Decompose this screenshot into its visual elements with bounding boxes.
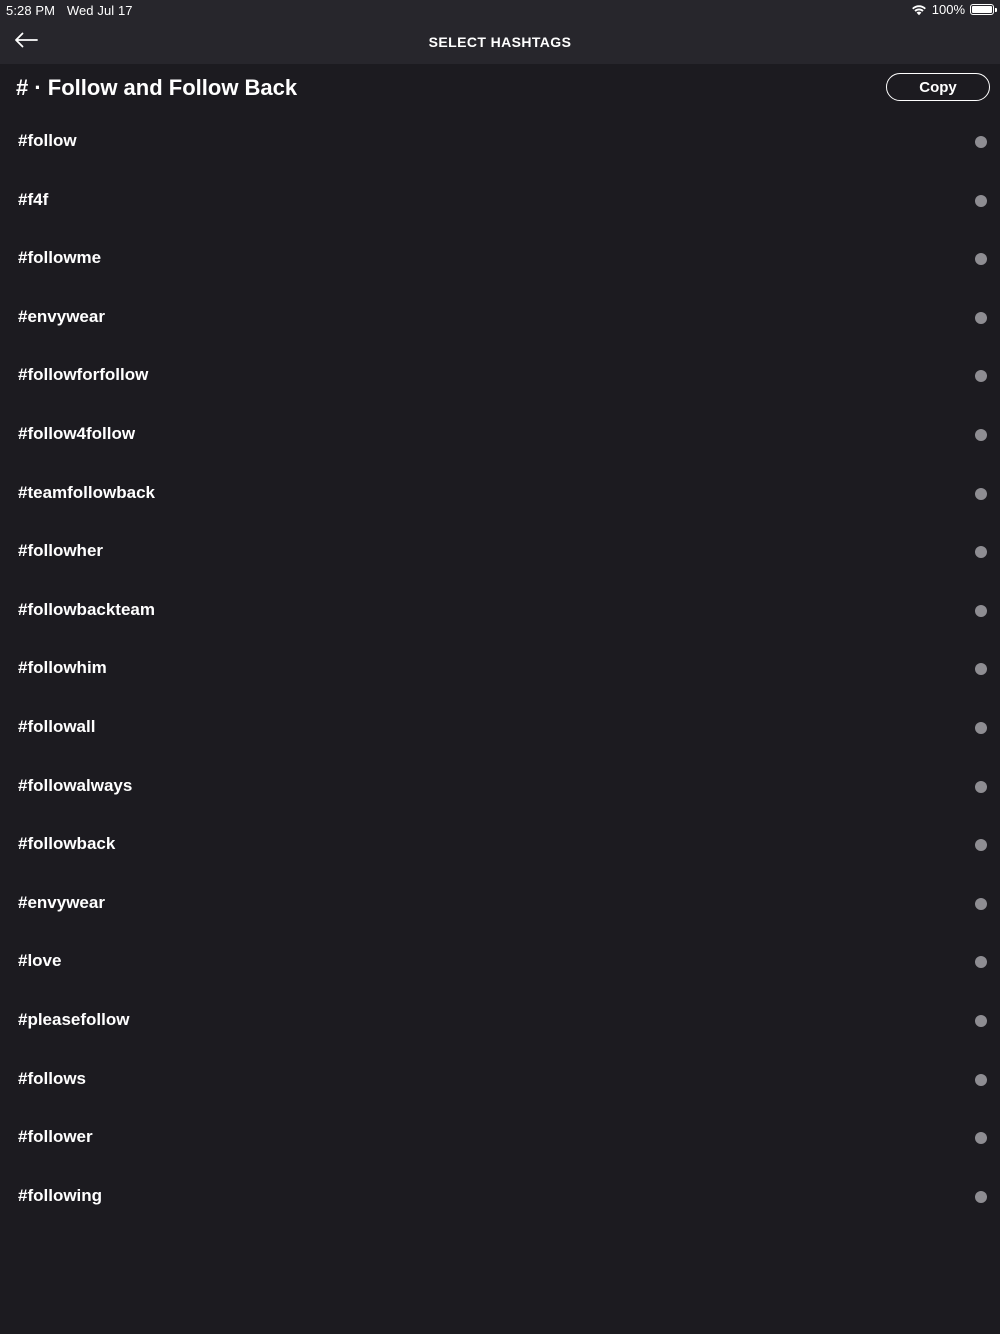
selection-dot-icon[interactable] bbox=[975, 604, 987, 617]
hashtag-row[interactable]: #f4f bbox=[0, 171, 1000, 230]
hashtag-row[interactable]: #follow bbox=[0, 112, 1000, 171]
battery-percent: 100% bbox=[931, 2, 965, 17]
hashtag-row[interactable]: #pleasefollow bbox=[0, 991, 1000, 1050]
selection-dot-icon[interactable] bbox=[975, 1014, 987, 1027]
hashtag-row[interactable]: #followbackteam bbox=[0, 581, 1000, 640]
hashtag-row[interactable]: #followalways bbox=[0, 757, 1000, 816]
hashtag-label: #follows bbox=[18, 1068, 87, 1088]
selection-dot-icon[interactable] bbox=[975, 956, 987, 969]
selection-dot-icon[interactable] bbox=[975, 370, 987, 383]
selection-dot-icon[interactable] bbox=[975, 780, 987, 793]
selection-dot-icon[interactable] bbox=[975, 663, 987, 676]
hashtag-label: #pleasefollow bbox=[18, 1009, 130, 1029]
hashtag-label: #envywear bbox=[18, 306, 105, 326]
hashtag-label: #follow bbox=[18, 131, 77, 150]
hashtag-row[interactable]: #envywear bbox=[0, 874, 1000, 933]
hashtag-label: #followme bbox=[18, 248, 102, 268]
hashtag-row[interactable]: #followme bbox=[0, 229, 1000, 288]
status-bar: 5:28 PM Wed Jul 17 100% bbox=[0, 0, 1000, 20]
selection-dot-icon[interactable] bbox=[975, 721, 987, 734]
hashtag-label: #f4f bbox=[18, 189, 49, 209]
status-left: 5:28 PM Wed Jul 17 bbox=[6, 3, 141, 18]
hashtag-row[interactable]: #followall bbox=[0, 698, 1000, 757]
hashtag-label: #followalways bbox=[18, 775, 133, 795]
hashtag-label: #love bbox=[18, 951, 62, 971]
selection-dot-icon[interactable] bbox=[975, 1190, 987, 1203]
hashtag-label: #teamfollowback bbox=[18, 482, 155, 502]
hashtag-label: #followher bbox=[18, 541, 104, 561]
navigation-bar: SELECT HASHTAGS bbox=[0, 20, 1000, 64]
status-right: 100% bbox=[911, 2, 997, 17]
hashtag-row[interactable]: #follow4follow bbox=[0, 405, 1000, 464]
status-time: 5:28 PM bbox=[6, 3, 56, 18]
battery-icon bbox=[970, 4, 997, 15]
hashtag-row[interactable]: #followhim bbox=[0, 639, 1000, 698]
hashtag-label: #followhim bbox=[18, 658, 107, 678]
hashtag-row[interactable]: #follower bbox=[0, 1108, 1000, 1167]
selection-dot-icon[interactable] bbox=[975, 311, 987, 324]
hashtag-label: #followbackteam bbox=[18, 599, 155, 619]
group-header: # · Follow and Follow Back Copy bbox=[0, 64, 1000, 114]
hashtag-row[interactable]: #followher bbox=[0, 522, 1000, 581]
selection-dot-icon[interactable] bbox=[975, 1073, 987, 1086]
hashtag-row[interactable]: #teamfollowback bbox=[0, 464, 1000, 523]
hashtag-list: #follow #f4f #followme #envywear #followforf… bbox=[0, 112, 1000, 1225]
selection-dot-icon[interactable] bbox=[975, 897, 987, 910]
wifi-icon bbox=[911, 4, 927, 16]
hashtag-row[interactable]: #follows bbox=[0, 1050, 1000, 1109]
selection-dot-icon[interactable] bbox=[975, 194, 987, 207]
hashtag-label: #followforfollow bbox=[18, 365, 149, 385]
hashtag-row[interactable]: #love bbox=[0, 932, 1000, 991]
status-date: Wed Jul 17 bbox=[66, 3, 133, 18]
page-title: SELECT HASHTAGS bbox=[428, 34, 572, 50]
hashtag-label: #followback bbox=[18, 834, 116, 854]
hashtag-label: #follower bbox=[18, 1127, 93, 1147]
hashtag-label: #envywear bbox=[18, 892, 105, 912]
hashtag-label: #follow4follow bbox=[18, 423, 136, 443]
hashtag-row[interactable]: #followforfollow bbox=[0, 346, 1000, 405]
group-title: # · Follow and Follow Back bbox=[16, 75, 298, 100]
selection-dot-icon[interactable] bbox=[975, 253, 987, 266]
hashtag-row[interactable]: #following bbox=[0, 1167, 1000, 1226]
copy-button[interactable]: Copy bbox=[886, 73, 990, 101]
selection-dot-icon[interactable] bbox=[975, 487, 987, 500]
selection-dot-icon[interactable] bbox=[975, 136, 987, 148]
selection-dot-icon[interactable] bbox=[975, 546, 987, 559]
selection-dot-icon[interactable] bbox=[975, 428, 987, 441]
hashtag-label: #following bbox=[18, 1185, 103, 1205]
selection-dot-icon[interactable] bbox=[975, 839, 987, 852]
hashtag-row[interactable]: #followback bbox=[0, 815, 1000, 874]
selection-dot-icon[interactable] bbox=[975, 1132, 987, 1145]
hashtag-label: #followall bbox=[18, 716, 96, 736]
hashtag-row[interactable]: #envywear bbox=[0, 288, 1000, 347]
